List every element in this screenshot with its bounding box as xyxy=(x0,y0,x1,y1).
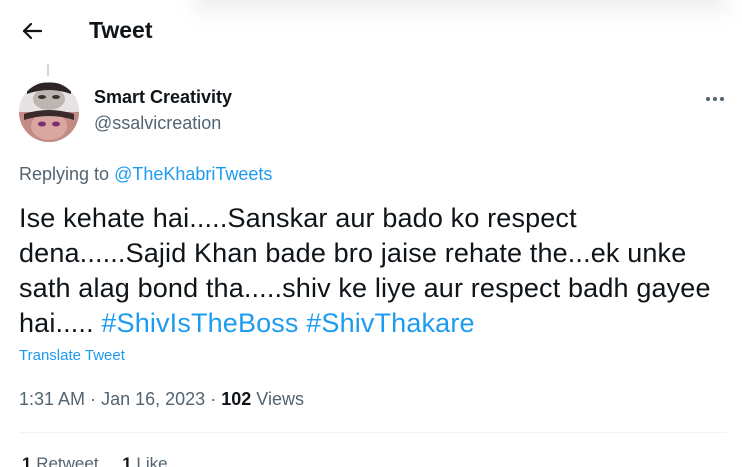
meta-separator: · xyxy=(210,389,217,409)
page-title: Tweet xyxy=(89,17,153,43)
more-button[interactable] xyxy=(700,84,730,112)
arrow-left-icon xyxy=(22,22,43,45)
more-horizontal-icon xyxy=(705,89,725,107)
tweet-stats: 1 Retweet 1 Like xyxy=(22,454,168,467)
back-button[interactable] xyxy=(14,16,50,50)
hashtag-link[interactable]: #ShivIsTheBoss xyxy=(101,308,298,338)
author-name[interactable]: Smart Creativity xyxy=(94,87,232,108)
replying-prefix: Replying to xyxy=(19,164,115,184)
divider xyxy=(19,432,727,433)
tweet-page: Tweet Smart Creativity @ssalvicreation R… xyxy=(0,0,742,467)
replying-mention-link[interactable]: @TheKhabriTweets xyxy=(114,164,272,184)
replying-to: Replying to @TheKhabriTweets xyxy=(19,164,272,185)
likes-label: Like xyxy=(136,454,168,467)
retweets-count: 1 xyxy=(22,454,32,467)
retweets-stat[interactable]: 1 Retweet xyxy=(22,454,99,467)
views-label: Views xyxy=(256,389,304,409)
tweet-text: Ise kehate hai.....Sanskar aur bado ko r… xyxy=(19,201,719,341)
thread-line xyxy=(47,64,49,76)
translate-tweet-link[interactable]: Translate Tweet xyxy=(19,347,125,364)
meta-separator: · xyxy=(90,389,97,409)
header: Tweet xyxy=(0,0,742,64)
views-count: 102 xyxy=(221,389,252,409)
avatar[interactable] xyxy=(19,82,79,142)
author-handle[interactable]: @ssalvicreation xyxy=(94,113,221,134)
hashtag-link[interactable]: #ShivThakare xyxy=(306,308,474,338)
tweet-meta: 1:31 AM · Jan 16, 2023 · 102 Views xyxy=(19,389,304,410)
likes-count: 1 xyxy=(122,454,132,467)
tweet-date[interactable]: Jan 16, 2023 xyxy=(101,389,205,409)
likes-stat[interactable]: 1 Like xyxy=(122,454,167,467)
retweets-label: Retweet xyxy=(36,454,99,467)
tweet-time[interactable]: 1:31 AM xyxy=(19,389,85,409)
